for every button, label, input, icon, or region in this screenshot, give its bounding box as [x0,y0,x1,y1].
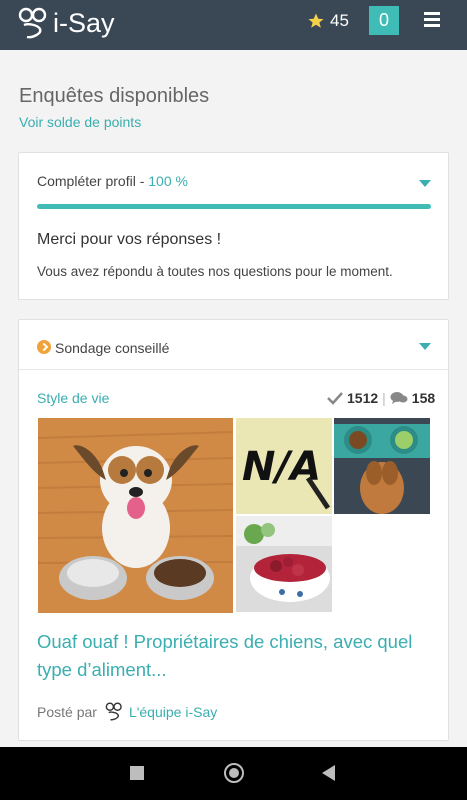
comments-count: 158 [411,390,436,406]
comments-icon [390,392,408,404]
recents-icon[interactable] [130,766,144,780]
brand-name[interactable]: i-Say [53,8,115,39]
na-handwriting-image[interactable]: N/A [236,418,332,514]
thanks-message: Merci pour vos réponses ! [37,231,222,248]
notification-badge[interactable]: 0 [369,6,399,35]
survey-card: Sondage conseillé Style de vie 1512 | 15… [18,319,449,741]
points-value: 45 [330,11,349,30]
profile-percent: 100 % [148,173,188,189]
top-bar: i-Say 45 0 [0,0,467,50]
survey-title-link[interactable]: Ouaf ouaf ! Propriétaires de chiens, ave… [37,628,432,684]
isay-logo-icon[interactable] [18,7,48,41]
chevron-down-icon[interactable] [419,343,431,350]
page-title: Enquêtes disponibles [19,85,210,107]
stats-separator: | [382,390,386,406]
answered-message: Vous avez répondu à toutes nos questions… [37,264,393,279]
profile-header[interactable]: Compléter profil - 100 % [37,173,188,189]
survey-stats: 1512 | 158 [327,390,435,406]
back-icon[interactable] [322,765,335,781]
check-icon [327,392,343,405]
dog-with-bowls-image[interactable] [38,418,233,613]
home-icon[interactable] [224,763,244,783]
profile-progress-bar [37,204,431,209]
completions-count: 1512 [347,390,379,406]
isay-team-icon [105,702,122,721]
team-link[interactable]: L'équipe i-Say [129,704,217,720]
profile-card: Compléter profil - 100 % Merci pour vos … [18,152,449,300]
star-icon [308,13,324,28]
points-counter[interactable]: 45 [307,11,349,31]
survey-card-header[interactable]: Sondage conseillé [19,320,448,370]
dog-food-bowls-image[interactable] [334,418,430,514]
posted-by: Posté par L'équipe i-Say [37,702,217,722]
raw-meat-bowl-image[interactable] [236,516,332,612]
chevron-down-icon[interactable] [419,180,431,187]
profile-progress-fill [37,204,431,209]
profile-label: Compléter profil - [37,173,149,189]
recommended-icon [37,340,51,354]
menu-icon[interactable] [424,12,440,27]
points-balance-link[interactable]: Voir solde de points [19,114,141,130]
posted-by-label: Posté par [37,704,97,720]
recommended-label: Sondage conseillé [55,340,170,356]
survey-category[interactable]: Style de vie [37,390,109,406]
